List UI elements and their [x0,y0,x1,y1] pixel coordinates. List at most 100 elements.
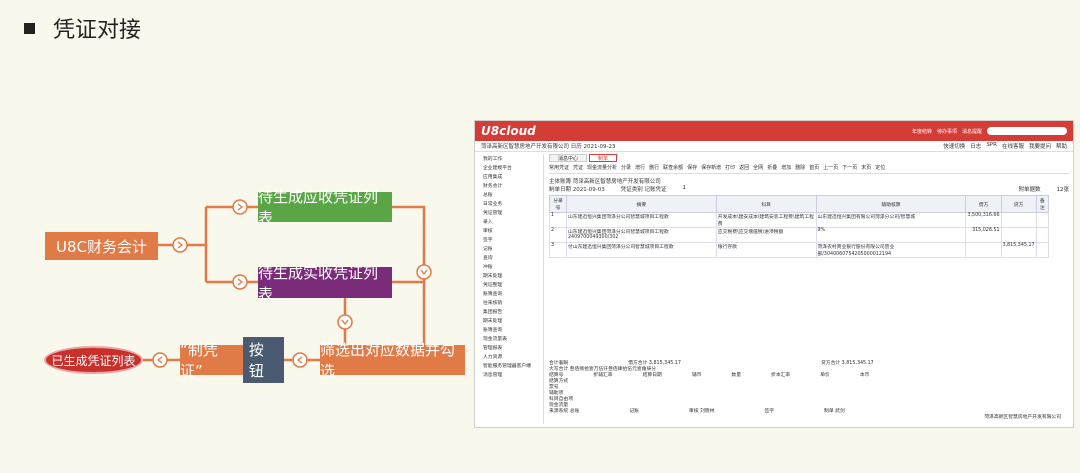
u8-signature: 审核 刘晓林 [688,409,715,413]
u8-voucher-type: 凭证类别 记账凭证 [620,187,667,193]
u8-top-link[interactable]: 待办事项 [937,128,957,135]
table-cell: 山东建迅恒兴集团菏泽分公司智慧城项目工程款2409700049300/302 [565,227,717,243]
u8-sidebar-item[interactable]: 凭证管理 [481,208,543,217]
u8-search-input[interactable] [987,127,1067,135]
u8-sidebar-item[interactable]: 查询 [481,253,543,262]
u8-toolbar-button[interactable]: 凭证 [573,164,583,171]
u8-toolbar-button[interactable]: 打印 [725,164,735,171]
u8-org: 菏泽高新区智慧房地产开发有限公司 [481,144,570,150]
table-row: 1 山东建迅恒兴集团菏泽分公司智慧城项目工程款 开发成本\建安成本\建筑安装工程费\… [549,212,1050,228]
table-cell [1000,227,1037,243]
u8-table-header: 科目 [715,195,817,213]
u8-sidebar-item[interactable]: 总账 [481,190,543,199]
u8-sidebar-item[interactable]: 现金流量表 [481,334,543,343]
u8-table-header: 备注 [1035,195,1050,213]
u8-sidebar-item[interactable]: 账簿查询 [481,325,543,334]
u8-toolbar-button[interactable]: 折叠 [767,164,777,171]
u8-tab-voucher[interactable]: 制单 [589,154,618,162]
make-voucher-node: “制凭证” 按钮 [180,337,284,383]
u8-sidebar-item[interactable]: 期末处理 [481,316,543,325]
u8c-finance-node: U8C财务会计 [45,232,158,260]
u8-table-header: 贷方 [1000,195,1037,213]
u8-toolbar-button[interactable]: 全网 [753,164,763,171]
u8-attach-label: 附单据数 [1018,187,1041,193]
u8-sidebar-item[interactable]: 审核 [481,226,543,235]
u8-sidebar-item[interactable]: 日常业务 [481,199,543,208]
u8-signature: 来源系统 总账 [549,409,580,413]
table-cell [1035,212,1050,228]
u8-voucher-date: 制单日期 2021-09-03 [549,187,605,193]
u8-tool-link[interactable]: 在线客服 [1002,142,1024,150]
connector-arrow-icon [232,274,248,290]
u8-toolbar-button[interactable]: 首页 [809,164,819,171]
u8-sidebar-item[interactable]: 智能服务管理器客户端 [481,361,543,370]
u8-sidebar-item[interactable]: 签字 [481,235,543,244]
table-cell: 315,028.51 [965,227,1002,243]
connector-arrow-icon [292,352,308,368]
table-cell [1000,212,1037,228]
received-voucher-list-label: 待生成实收凭证列表 [258,263,379,303]
u8-tool-link[interactable]: SPR [986,142,997,150]
u8-orgbar: 菏泽高新区智慧房地产开发有限公司 日历 2021-09-23 快速切换 日志 S… [475,141,1073,152]
u8-sidebar-item[interactable]: 账簿查询 [481,289,543,298]
u8-sidebar-item[interactable]: 期末处理 [481,271,543,280]
table-cell: 山东建迅恒兴集团有限公司菏泽分公司/智慧城 [815,212,967,228]
u8-sidebar-item[interactable]: 记账 [481,244,543,253]
u8-tab-message[interactable]: 消息中心 [549,154,588,162]
u8-toolbar-button[interactable]: 返回 [739,164,749,171]
filter-select-label: 筛选出对应数据并勾选 [320,341,456,380]
u8-sidebar-item[interactable]: 消息管理 [481,370,543,379]
u8-tool-link[interactable]: 我要提问 [1029,142,1051,150]
u8-toolbar: 常用凭证 凭证 现金流量分析 分录 增行 删行 联查余额 保存 保存新增 打印 返回 全网 折叠 增加 删除… [549,162,1069,174]
u8-toolbar-button[interactable]: 保存 [687,164,697,171]
u8-sidebar-item[interactable]: 冲账 [481,262,543,271]
u8-sidebar-item[interactable]: 我的工作 [481,154,543,163]
u8cloud-screenshot: U8cloud 年度结转 待办事项 消息提醒 菏泽高新区智慧房地产开发有限公司 … [474,120,1074,428]
connector-arrow-icon [172,237,188,253]
u8-sidebar-item[interactable]: 人力资源 [481,352,543,361]
u8-toolbar-button[interactable]: 删除 [795,164,805,171]
u8-table-header: 借方 [965,195,1002,213]
u8-tool-link[interactable]: 日志 [970,142,981,150]
u8-top-link[interactable]: 消息提醒 [962,128,982,135]
u8-sidebar-item[interactable]: 录入 [481,217,543,226]
u8-toolbar-button[interactable]: 增行 [635,164,645,171]
u8-sidebar: 我的工作 企业建模平台 应用集成 财务会计 总账 日常业务 凭证管理 录入 审核 签字 记账 查询 冲账… [481,154,544,424]
table-cell: 3 [549,242,567,258]
u8-toolbar-button[interactable]: 常用凭证 [549,164,569,171]
u8-table-header: 分录号 [549,195,567,213]
table-row: 3 付山东建迅恒兴集团菏泽分公司智慧城项目工程款 银行存款 菏泽农村商业银行股份有限公… [549,242,1050,258]
u8-toolbar-button[interactable]: 定位 [875,164,885,171]
u8-signature: 记账 [629,409,639,413]
u8-toolbar-button[interactable]: 保存新增 [701,164,721,171]
u8-sidebar-item[interactable]: 管理报表 [481,343,543,352]
u8-voucher-no: 1 [682,185,686,191]
received-voucher-list-node: 待生成实收凭证列表 [258,264,392,303]
table-cell: 菏泽农村商业银行股份有限公司营业部/3040060754205000012194 [815,242,967,258]
receivable-voucher-list-node: 待生成应收凭证列表 [258,188,392,227]
u8-toolbar-button[interactable]: 下一页 [842,164,857,171]
u8-sidebar-item[interactable]: 应用集成 [481,172,543,181]
u8-toolbar-button[interactable]: 增加 [781,164,791,171]
u8-sidebar-item[interactable]: 往来核销 [481,298,543,307]
make-voucher-button[interactable]: 按钮 [242,337,284,383]
u8-toolbar-button[interactable]: 上一页 [823,164,838,171]
table-cell: 1 [549,212,567,228]
u8-toolbar-button[interactable]: 联查余额 [663,164,683,171]
table-cell: 应交税费\应交增值税\进项税额 [715,227,817,243]
table-cell [1035,242,1050,258]
u8-field-label: 辅币 [691,373,702,377]
u8-table-header: 辅助核算 [815,195,967,213]
u8-sidebar-item[interactable]: 集团报告 [481,307,543,316]
u8-toolbar-button[interactable]: 分录 [621,164,631,171]
u8-top-link[interactable]: 年度结转 [912,128,932,135]
u8-toolbar-button[interactable]: 现金流量分析 [587,164,617,171]
u8-sidebar-item[interactable]: 企业建模平台 [481,163,543,172]
u8-tool-link[interactable]: 快速切换 [943,142,965,150]
u8-toolbar-button[interactable]: 末页 [861,164,871,171]
u8-sidebar-item[interactable]: 财务会计 [481,181,543,190]
table-cell: 山东建迅恒兴集团菏泽分公司智慧城项目工程款 [565,212,717,228]
u8-sidebar-item[interactable]: 凭证整理 [481,280,543,289]
u8-toolbar-button[interactable]: 删行 [649,164,659,171]
u8-tool-link[interactable]: 帮助 [1056,142,1067,150]
